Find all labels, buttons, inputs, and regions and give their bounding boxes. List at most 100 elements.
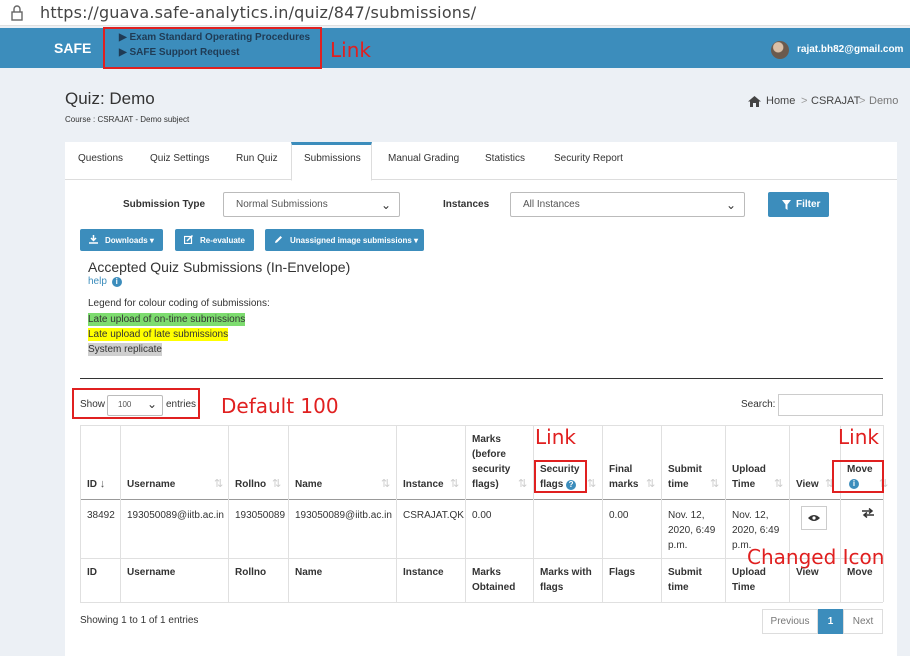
table-col-divider	[80, 425, 81, 602]
previous-button[interactable]: Previous	[762, 609, 818, 634]
sort-icon: ⇅	[646, 478, 656, 490]
footer-move: Move	[847, 567, 873, 578]
col-name-label: Name	[295, 479, 323, 490]
pencil-icon	[275, 236, 282, 243]
cell-submit-time: Nov. 12, 2020, 6:49 p.m.	[668, 510, 716, 551]
cell-instance: CSRAJAT.QK	[403, 510, 464, 521]
col-header-upload-time[interactable]: Upload Time	[732, 462, 766, 492]
eye-icon	[808, 515, 820, 521]
sort-icon: ⇅	[710, 478, 720, 490]
page-title: Quiz: Demo	[65, 89, 155, 108]
table-col-divider	[120, 425, 121, 602]
table-col-divider	[789, 425, 790, 602]
avatar[interactable]	[771, 41, 789, 59]
footer-name: Name	[295, 567, 323, 578]
tab-questions[interactable]: Questions	[78, 153, 123, 164]
page-subtitle: Course : CSRAJAT - Demo subject	[65, 115, 190, 124]
browser-url-bar[interactable]: https://guava.safe-analytics.in/quiz/847…	[0, 0, 910, 26]
col-marks-line: flags)	[472, 479, 499, 490]
app-logo[interactable]: SAFE	[54, 40, 91, 56]
col-header-id[interactable]: ID ↓	[87, 477, 105, 492]
footer-upload: Upload Time	[732, 567, 766, 593]
col-header-instance[interactable]: Instance	[403, 477, 444, 492]
col-header-username[interactable]: Username	[127, 477, 175, 492]
footer-id: ID	[87, 567, 97, 578]
breadcrumb-home[interactable]: Home	[766, 95, 795, 107]
tab-run-quiz[interactable]: Run Quiz	[236, 153, 278, 164]
col-final-line: Final	[609, 464, 633, 475]
footer-security: Marks with flags	[540, 567, 592, 593]
legend-item-replicate: System replicate	[88, 343, 162, 356]
reevaluate-label: Re-evaluate	[200, 236, 245, 245]
view-button[interactable]	[801, 506, 827, 530]
col-marks-line: (before	[472, 449, 506, 460]
search-label: Search:	[741, 399, 776, 410]
table-border-bottom	[80, 602, 883, 603]
table-col-divider	[533, 425, 534, 602]
tab-quiz-settings[interactable]: Quiz Settings	[150, 153, 209, 164]
tab-submissions[interactable]: Submissions	[304, 153, 361, 164]
col-id-label: ID	[87, 479, 97, 490]
cell-id: 38492	[87, 510, 115, 521]
footer-username: Username	[127, 567, 176, 578]
submission-type-value: Normal Submissions	[236, 199, 328, 210]
footer-instance: Instance	[403, 567, 444, 578]
exchange-icon[interactable]	[862, 508, 874, 518]
filter-button[interactable]: Filter	[768, 192, 829, 217]
downloads-label: Downloads ▾	[105, 236, 154, 245]
tab-manual-grading[interactable]: Manual Grading	[388, 153, 459, 164]
sort-icon: ⇅	[518, 478, 528, 490]
sort-icon: ⇅	[774, 478, 784, 490]
sort-icon: ⇅	[272, 478, 282, 490]
table-col-divider	[602, 425, 603, 602]
col-submit-line: time	[668, 479, 689, 490]
footer-final: Flags	[609, 567, 636, 578]
reevaluate-button[interactable]: Re-evaluate	[175, 229, 254, 251]
pagination-info: Showing 1 to 1 of 1 entries	[80, 615, 199, 626]
col-rollno-label: Rollno	[235, 479, 267, 490]
col-username-label: Username	[127, 479, 176, 490]
footer-marks: Marks Obtained	[472, 567, 516, 593]
instances-select[interactable]: All Instances ⌄	[510, 192, 745, 217]
filter-button-label: Filter	[796, 199, 821, 210]
table-border-top	[80, 425, 883, 426]
table-col-divider	[883, 425, 884, 602]
unassigned-images-button[interactable]: Unassigned image submissions ▾	[265, 229, 424, 251]
next-button[interactable]: Next	[843, 609, 883, 634]
cell-username: 193050089@iitb.ac.in	[127, 510, 224, 521]
search-input[interactable]	[778, 394, 883, 416]
col-final-line: marks	[609, 479, 639, 490]
help-link[interactable]: help i	[88, 276, 122, 287]
annotation-default-100: Default 100	[221, 394, 339, 418]
tab-statistics[interactable]: Statistics	[485, 153, 525, 164]
section-divider	[80, 378, 883, 379]
submission-type-select[interactable]: Normal Submissions ⌄	[223, 192, 400, 217]
user-email[interactable]: rajat.bh82@gmail.com	[797, 44, 903, 55]
sort-icon: ⇅	[587, 478, 597, 490]
col-header-name[interactable]: Name	[295, 477, 322, 492]
sort-icon: ⇅	[450, 478, 460, 490]
col-header-rollno[interactable]: Rollno	[235, 477, 266, 492]
col-upload-line: Upload	[732, 464, 766, 475]
home-icon	[748, 96, 761, 107]
page-1-button[interactable]: 1	[818, 609, 843, 634]
info-icon: i	[111, 277, 122, 287]
col-marks-line: Marks	[472, 434, 501, 445]
col-header-submit-time[interactable]: Submit time	[668, 462, 702, 492]
tab-security-report[interactable]: Security Report	[554, 153, 623, 164]
col-view-label: View	[796, 479, 819, 490]
table-col-divider	[465, 425, 466, 602]
col-header-view[interactable]: View	[796, 477, 819, 492]
sort-icon: ↓	[99, 478, 106, 490]
url-text: https://guava.safe-analytics.in/quiz/847…	[40, 3, 477, 22]
filter-icon	[782, 200, 791, 210]
col-upload-line: Time	[732, 479, 756, 490]
table-col-divider	[725, 425, 726, 602]
legend-item-late: Late upload of late submissions	[88, 328, 229, 341]
table-col-divider	[288, 425, 289, 602]
breadcrumb-course[interactable]: CSRAJAT	[811, 95, 860, 107]
col-header-marks[interactable]: Marks (before security flags)	[472, 432, 510, 492]
col-header-final-marks[interactable]: Final marks	[609, 462, 638, 492]
downloads-button[interactable]: Downloads ▾	[80, 229, 163, 251]
table-col-divider	[228, 425, 229, 602]
